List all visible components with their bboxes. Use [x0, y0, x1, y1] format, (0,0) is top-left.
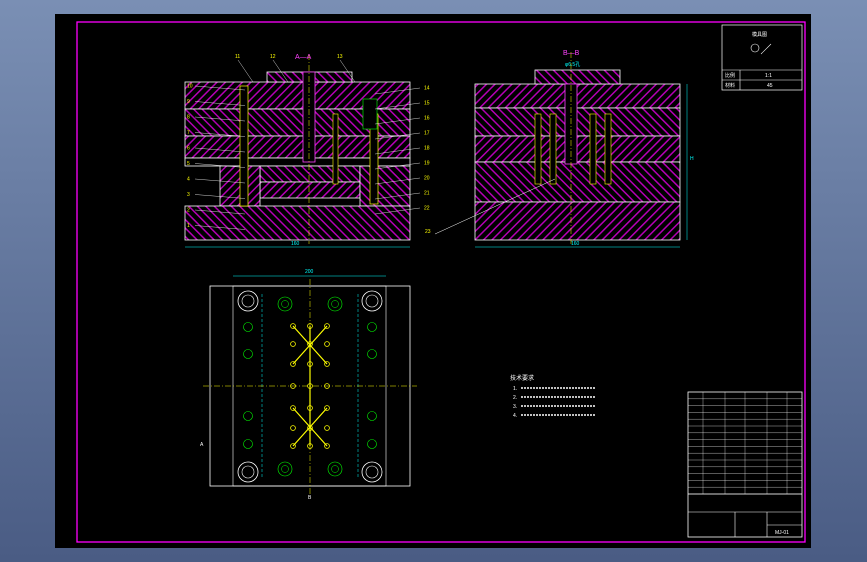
ejector-plate	[259, 181, 361, 199]
b-b-plate	[474, 135, 681, 163]
section-a-title: A—A	[295, 54, 312, 61]
callout-leader	[237, 59, 254, 83]
stamp-title: 模具图	[752, 31, 767, 38]
stamp-symbol-icon	[750, 43, 760, 53]
spacer-right	[359, 165, 411, 207]
stamp-row2-label: 材料	[725, 82, 735, 89]
tech-notes-title: 技术要求	[510, 374, 534, 382]
section-a-view	[184, 54, 411, 244]
callout-label: 14	[424, 86, 430, 92]
section-b-right-dim: H	[690, 156, 694, 162]
ejector-retainer	[259, 165, 361, 183]
callout-label: 18	[424, 146, 430, 152]
screw-right	[362, 98, 378, 130]
cad-drawing: A—A 10987654321 141516171819202122 11 12 1…	[76, 21, 806, 543]
stamp-row2-value: 45	[767, 83, 773, 89]
section-b-top-dim: φ6.5孔	[565, 61, 580, 68]
callout-label: 2	[187, 208, 190, 214]
callout-label: 17	[424, 131, 430, 137]
callout-label: 3	[187, 192, 190, 198]
callout-label: 11	[235, 54, 240, 60]
tech-note-item: 2.	[513, 395, 517, 401]
section-b-bottom-callout: 23	[425, 229, 431, 235]
callout-label: 6	[187, 146, 190, 152]
tech-note-item: 3.	[513, 404, 517, 410]
b-pin-4	[604, 113, 612, 185]
tech-notes-lines: 1. 2. 3. 4.	[513, 386, 595, 419]
callout-label: 20	[424, 176, 430, 182]
callout-label: 21	[424, 191, 430, 197]
callout-label: 22	[424, 206, 430, 212]
callout-label: 1	[187, 223, 190, 229]
section-b-width-dim: 160	[571, 241, 580, 247]
b-a-plate	[474, 107, 681, 137]
b-top-clamp	[474, 83, 681, 109]
ejector-pin-1	[332, 113, 339, 185]
callout-label: 9	[187, 99, 190, 105]
stamp-row1-label: 比例	[725, 72, 735, 79]
tech-note-item: 1.	[513, 386, 517, 392]
b-pin-2	[549, 113, 557, 185]
callout-label: 19	[424, 161, 430, 167]
plan-view	[203, 279, 417, 494]
callout-label: 4	[187, 177, 190, 183]
callout-label: 5	[187, 161, 190, 167]
plan-left-marker: A	[200, 442, 204, 448]
plan-width-dim: 200	[305, 269, 314, 275]
section-a-width-dim: 160	[291, 241, 300, 247]
guide-pin-left	[239, 85, 249, 207]
b-pin-1	[534, 113, 542, 185]
section-b-title: B—B	[563, 50, 580, 57]
stamp-row1-value: 1:1	[765, 73, 772, 79]
title-block	[687, 391, 803, 538]
plan-bottom-marker: B	[308, 495, 312, 501]
callout-label: 15	[424, 101, 430, 107]
bottom-clamp-plate	[184, 205, 411, 241]
b-pin-3	[589, 113, 597, 185]
section-b-view	[474, 52, 681, 244]
b-runner-block	[534, 69, 621, 85]
callout-label: 16	[424, 116, 430, 122]
b-bottom-clamp	[474, 201, 681, 241]
callout-label: 8	[187, 115, 190, 121]
callout-label: 12	[270, 54, 276, 60]
callout-label: 10	[187, 84, 193, 90]
callout-label: 13	[337, 54, 343, 60]
drawing-number: MJ-01	[775, 530, 789, 536]
b-ejector	[474, 161, 681, 203]
tech-note-item: 4.	[513, 413, 517, 419]
drawing-sheet: A—A 10 9 8 7 6 5 4 3 2 1 14 15 16 17 18 19 20 21 22 11 12 1…	[55, 14, 811, 548]
callout-label: 7	[187, 130, 190, 136]
